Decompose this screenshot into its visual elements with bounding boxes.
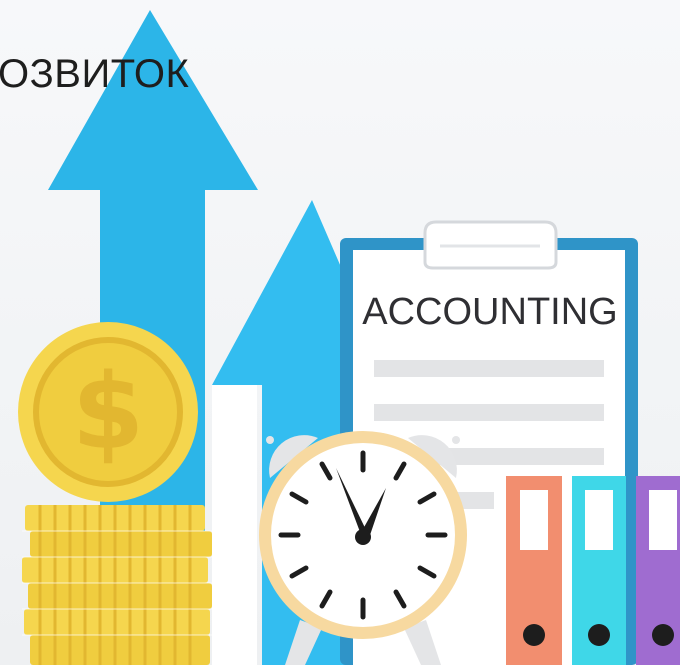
accounting-illustration: ACCOUNTING $ xyxy=(18,10,680,665)
coin-stack-icon xyxy=(22,505,212,665)
svg-text:$: $ xyxy=(72,351,144,473)
dollar-coin-icon: $ xyxy=(18,322,198,502)
clipboard-title: ACCOUNTING xyxy=(362,291,617,333)
headline-text: ОЗВИТОК xyxy=(0,52,190,96)
binder-cyan-icon xyxy=(572,476,626,665)
binder-orange-icon xyxy=(506,476,562,665)
binder-purple-icon xyxy=(636,476,680,665)
illustration-canvas: ОЗВИТОК ACCOUNTING $ xyxy=(0,0,680,665)
